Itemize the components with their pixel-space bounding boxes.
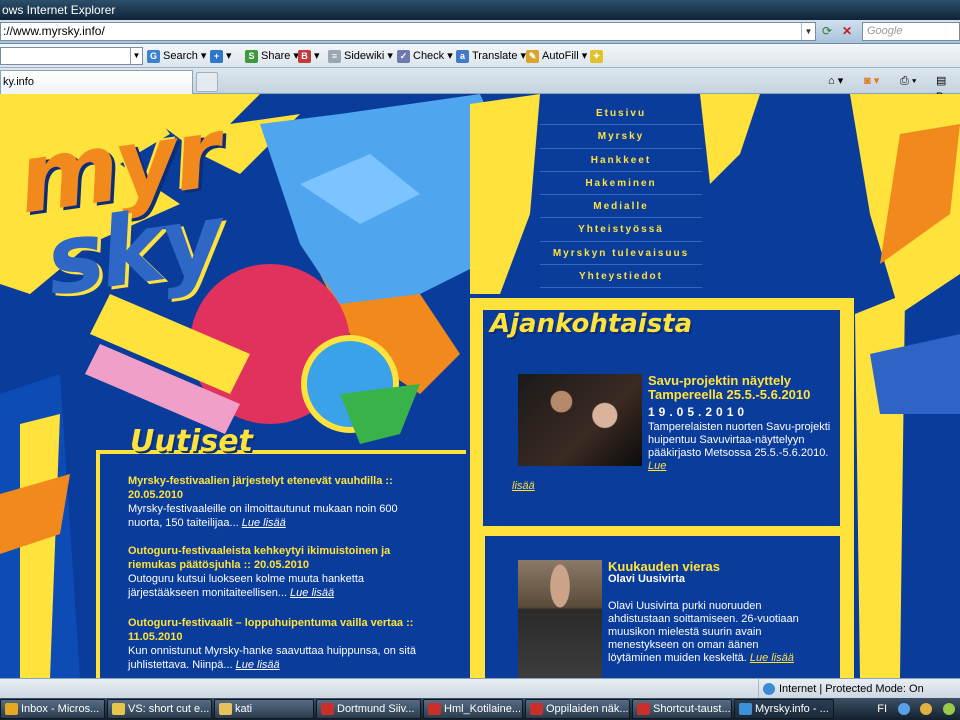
taskbar-item[interactable]: Shortcut-taust... bbox=[632, 699, 732, 719]
plus-icon: + bbox=[210, 49, 223, 63]
options-button[interactable]: ✦ bbox=[590, 48, 603, 64]
taskbar-item[interactable]: Dortmund Siiv... bbox=[316, 699, 421, 719]
guest-photo[interactable] bbox=[518, 560, 602, 678]
security-zone[interactable]: Internet | Protected Mode: On bbox=[758, 679, 924, 699]
translate-button[interactable]: a Translate ▾ bbox=[456, 48, 526, 64]
nav-item-hakeminen[interactable]: Hakeminen bbox=[540, 172, 702, 196]
taskbar-item[interactable]: Hml_Kotilaine... bbox=[423, 699, 523, 719]
page-menu[interactable]: ▤ Pa bbox=[936, 73, 960, 103]
address-bar: ://www.myrsky.info/ ▼ ⟳ ✕ Google bbox=[0, 20, 960, 44]
stop-icon[interactable]: ✕ bbox=[838, 23, 856, 40]
home-icon[interactable]: ⌂ ▾ bbox=[828, 73, 843, 89]
news-item: Myrsky-festivaalien järjestelyt etenevät… bbox=[128, 474, 418, 530]
pdf-icon bbox=[530, 703, 543, 715]
tab-bar: ky.info ⌂ ▾ ◙ ▾ ⎙ ▾ ▤ Pa bbox=[0, 68, 960, 103]
pdf-icon bbox=[321, 703, 334, 715]
new-tab-button[interactable] bbox=[196, 72, 218, 92]
share-icon: S bbox=[245, 49, 258, 63]
autofill-icon: ✎ bbox=[526, 49, 539, 63]
savu-photo[interactable] bbox=[518, 374, 642, 466]
read-more-link[interactable]: Lue lisää bbox=[290, 587, 334, 599]
pdf-icon bbox=[637, 703, 650, 715]
taskbar-item[interactable]: Oppilaiden näk... bbox=[525, 699, 630, 719]
taskbar: Inbox - Micros... VS: short cut e... kat… bbox=[0, 698, 960, 720]
volume-icon[interactable] bbox=[920, 703, 933, 715]
language-indicator[interactable]: FI bbox=[877, 703, 887, 715]
taskbar-item[interactable]: Inbox - Micros... bbox=[0, 699, 105, 719]
plus-button[interactable]: + ▾ bbox=[210, 48, 232, 64]
bookmark-button[interactable]: B ▾ bbox=[298, 48, 320, 64]
spellcheck-icon: ✓ bbox=[397, 49, 410, 63]
bookmark-icon: B bbox=[298, 49, 311, 63]
search-button[interactable]: G Search ▾ bbox=[147, 48, 206, 64]
print-icon[interactable]: ⎙ ▾ bbox=[900, 73, 916, 89]
address-input[interactable]: ://www.myrsky.info/ ▼ bbox=[0, 22, 816, 41]
mail-icon bbox=[112, 703, 125, 715]
read-more-link[interactable]: Lue lisää bbox=[236, 659, 280, 671]
site-logo[interactable]: myr sky bbox=[11, 97, 227, 318]
nav-item-medialle[interactable]: Medialle bbox=[540, 195, 702, 219]
taskbar-item[interactable]: kati bbox=[214, 699, 314, 719]
ie-icon bbox=[739, 703, 752, 715]
outlook-icon bbox=[5, 703, 18, 715]
nav-item-myrsky[interactable]: Myrsky bbox=[540, 125, 702, 149]
guest-title: Kuukauden vieras bbox=[608, 559, 720, 574]
sidewiki-icon: ≡ bbox=[328, 49, 341, 63]
guest-article: Kuukauden vieras Olavi Uusivirta Olavi U… bbox=[608, 560, 804, 665]
system-tray: FI bbox=[872, 698, 960, 720]
web-page: myr sky Etusivu Myrsky Hankkeet Hakemine… bbox=[0, 94, 960, 678]
news-title[interactable]: Myrsky-festivaalien järjestelyt etenevät… bbox=[128, 475, 382, 487]
read-more-link[interactable]: Lue bbox=[648, 460, 666, 472]
current-date: 19.05.2010 bbox=[648, 405, 749, 419]
current-heading: Ajankohtaista bbox=[490, 309, 693, 339]
feed-icon[interactable]: ◙ ▾ bbox=[864, 73, 879, 89]
guest-name: Olavi Uusivirta bbox=[608, 573, 686, 585]
nav-item-yhteystiedot[interactable]: Yhteystiedot bbox=[540, 265, 702, 289]
folder-icon bbox=[219, 703, 232, 715]
chevron-down-icon[interactable]: ▼ bbox=[130, 48, 142, 64]
taskbar-item-active[interactable]: Myrsky.info - ... bbox=[734, 699, 834, 719]
nav-item-tulevaisuus[interactable]: Myrskyn tulevaisuus bbox=[540, 242, 702, 266]
wrench-icon: ✦ bbox=[590, 49, 603, 63]
read-more-link-continued[interactable]: lisää bbox=[512, 480, 535, 492]
current-body: Tamperelaisten nuorten Savu-projekti hui… bbox=[648, 421, 831, 459]
nav-item-etusivu[interactable]: Etusivu bbox=[540, 102, 702, 126]
refresh-icon[interactable]: ⟳ bbox=[818, 23, 836, 40]
check-button[interactable]: ✓ Check ▾ bbox=[397, 48, 453, 64]
news-item: Outoguru-festivaaleista kehkeytyi ikimui… bbox=[128, 544, 418, 600]
news-title[interactable]: Outoguru-festivaalit – loppuhuipentuma v… bbox=[128, 617, 403, 629]
window-title: ows Internet Explorer bbox=[0, 0, 960, 20]
tab-myrsky[interactable]: ky.info bbox=[0, 70, 193, 94]
google-toolbar: ▼ G Search ▾ + ▾ S Share ▾ B ▾ ≡ Sidewiki ▾ ✓ Che… bbox=[0, 44, 960, 68]
autofill-button[interactable]: ✎ AutoFill ▾ bbox=[526, 48, 587, 64]
nav-item-yhteistyossa[interactable]: Yhteistyössä bbox=[540, 218, 702, 242]
chevron-down-icon[interactable]: ▼ bbox=[801, 23, 815, 40]
sidewiki-button[interactable]: ≡ Sidewiki ▾ bbox=[328, 48, 393, 64]
search-icon: G bbox=[147, 49, 160, 63]
current-title[interactable]: Savu-projektin näyttely Tampereella 25.5… bbox=[648, 374, 838, 402]
translate-icon: a bbox=[456, 49, 469, 63]
current-article: Savu-projektin näyttely Tampereella 25.5… bbox=[648, 374, 838, 473]
read-more-link[interactable]: Lue lisää bbox=[242, 517, 286, 529]
toolbar-search-input[interactable]: ▼ bbox=[0, 47, 143, 65]
tray-app-icon[interactable] bbox=[942, 703, 955, 715]
network-icon[interactable] bbox=[897, 703, 910, 715]
nav-item-hankkeet[interactable]: Hankkeet bbox=[540, 149, 702, 172]
read-more-link[interactable]: Lue lisää bbox=[750, 652, 794, 664]
news-item: Outoguru-festivaalit – loppuhuipentuma v… bbox=[128, 616, 418, 672]
pdf-icon bbox=[428, 703, 441, 715]
address-url: ://www.myrsky.info/ bbox=[3, 24, 105, 38]
search-input[interactable]: Google bbox=[862, 22, 960, 41]
news-date: :: 20.05.2010 bbox=[243, 559, 309, 571]
news-heading: Uutiset bbox=[130, 424, 253, 459]
status-bar: Internet | Protected Mode: On bbox=[0, 678, 960, 699]
share-button[interactable]: S Share ▾ bbox=[245, 48, 299, 64]
globe-icon bbox=[763, 683, 775, 695]
taskbar-item[interactable]: VS: short cut e... bbox=[107, 699, 212, 719]
site-nav: Etusivu Myrsky Hankkeet Hakeminen Medial… bbox=[540, 102, 702, 289]
